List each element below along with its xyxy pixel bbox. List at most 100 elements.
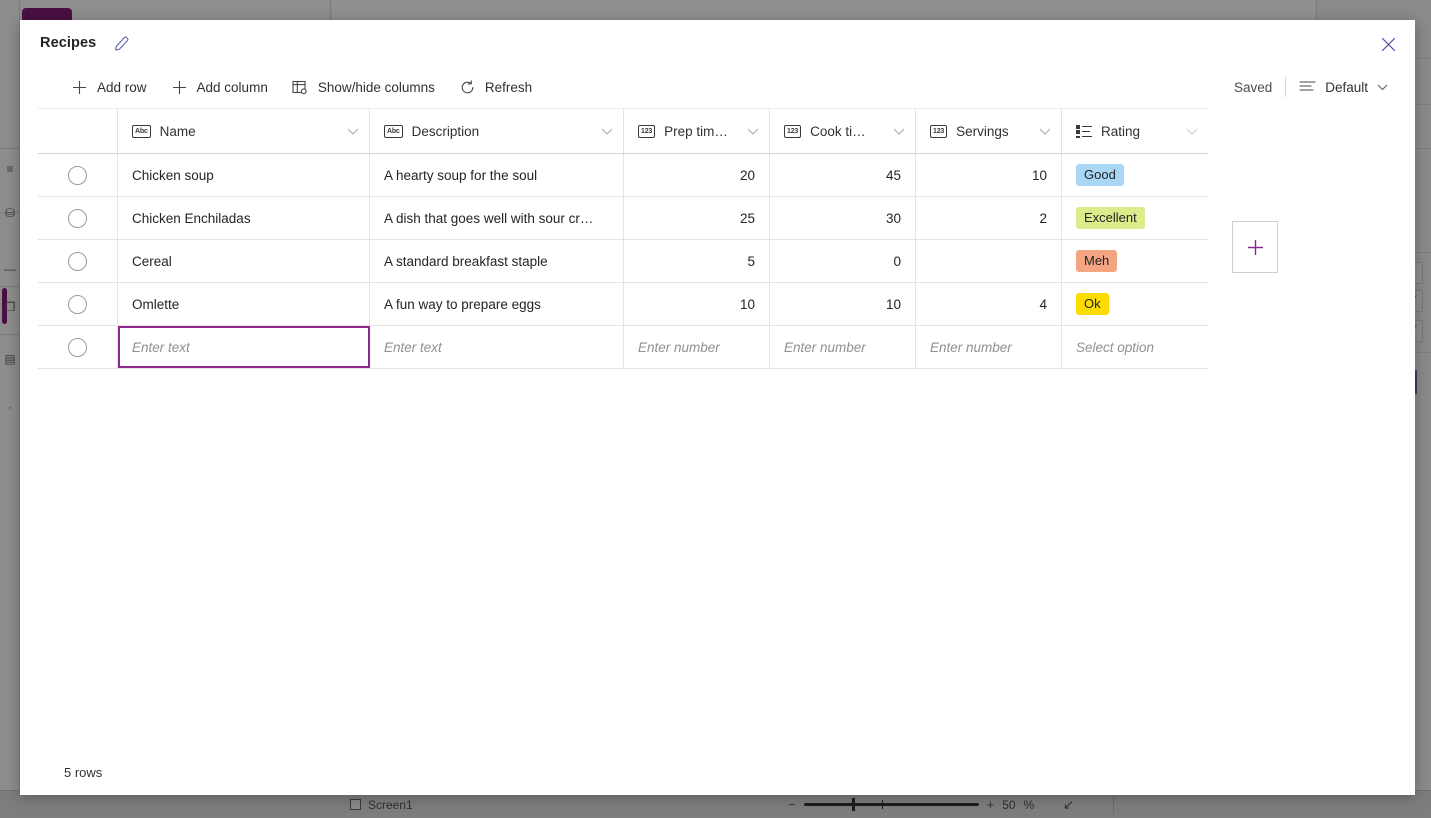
cell-rating[interactable]: Meh (1062, 240, 1208, 282)
row-selector-cell[interactable] (38, 197, 118, 239)
zoom-in-button[interactable]: + (987, 797, 995, 812)
chevron-down-icon[interactable] (347, 128, 359, 135)
text-type-icon: Abc (132, 125, 151, 138)
new-row-servings-placeholder: Enter number (930, 340, 1012, 355)
new-row-name-placeholder: Enter text (132, 340, 190, 355)
column-header-servings[interactable]: 123 Servings (916, 109, 1062, 153)
cell-prep-time[interactable]: 25 (624, 197, 770, 239)
new-row-rating-placeholder: Select option (1076, 340, 1154, 355)
add-column-plus-button[interactable] (1232, 221, 1278, 273)
select-all-header[interactable] (38, 109, 118, 153)
cell-servings[interactable] (916, 240, 1062, 282)
refresh-icon (459, 79, 476, 96)
add-row-label: Add row (97, 80, 147, 95)
row-radio-icon[interactable] (68, 166, 87, 185)
new-row-description-input[interactable]: Enter text (370, 326, 624, 368)
cell-prep-time[interactable]: 10 (624, 283, 770, 325)
new-row-rating-select[interactable]: Select option (1062, 326, 1208, 368)
cell-prep-time[interactable]: 20 (624, 154, 770, 196)
save-status: Saved (1234, 80, 1285, 95)
dot-icon: · (3, 400, 17, 414)
screen-checkbox-icon[interactable] (350, 799, 361, 810)
table-row[interactable]: Cereal A standard breakfast staple 5 0 M… (38, 240, 1208, 283)
cell-cook-time[interactable]: 0 (770, 240, 916, 282)
cell-description[interactable]: A dish that goes well with sour cr… (370, 197, 624, 239)
screen-selector[interactable]: Screen1 (350, 798, 413, 812)
cell-cook-time[interactable]: 10 (770, 283, 916, 325)
add-column-label: Add column (197, 80, 268, 95)
chevron-down-icon[interactable] (601, 128, 613, 135)
row-selector-cell[interactable] (38, 326, 118, 368)
chevron-down-icon[interactable] (1039, 128, 1051, 135)
column-header-rating[interactable]: Rating (1062, 109, 1208, 153)
column-header-description[interactable]: Abc Description (370, 109, 624, 153)
column-header-name[interactable]: Abc Name (118, 109, 370, 153)
zoom-out-button[interactable]: − (788, 797, 796, 812)
new-row-name-input[interactable]: Enter text (118, 326, 370, 368)
cell-description[interactable]: A fun way to prepare eggs (370, 283, 624, 325)
zoom-controls[interactable]: − + 50 % (788, 797, 1034, 812)
cell-name[interactable]: Chicken soup (118, 154, 370, 196)
cell-description[interactable]: A hearty soup for the soul (370, 154, 624, 196)
add-column-button[interactable]: Add column (162, 74, 277, 101)
plus-icon (71, 79, 88, 96)
new-row-servings-input[interactable]: Enter number (916, 326, 1062, 368)
chevron-down-icon[interactable] (1186, 128, 1198, 135)
number-type-icon: 123 (638, 125, 655, 138)
column-header-cook-time[interactable]: 123 Cook ti… (770, 109, 916, 153)
column-header-prep-time[interactable]: 123 Prep tim… (624, 109, 770, 153)
cell-name[interactable]: Chicken Enchiladas (118, 197, 370, 239)
cell-servings[interactable]: 4 (916, 283, 1062, 325)
view-selector[interactable]: Default (1286, 75, 1397, 100)
cell-rating[interactable]: Excellent (1062, 197, 1208, 239)
row-radio-icon[interactable] (68, 209, 87, 228)
column-header-label: Prep tim… (664, 124, 728, 139)
table-row[interactable]: Omlette A fun way to prepare eggs 10 10 … (38, 283, 1208, 326)
chevron-down-icon[interactable] (747, 128, 759, 135)
new-row-cook-time-input[interactable]: Enter number (770, 326, 916, 368)
cell-rating[interactable]: Ok (1062, 283, 1208, 325)
show-hide-columns-button[interactable]: Show/hide columns (283, 74, 444, 101)
plus-icon (171, 79, 188, 96)
row-selector-cell[interactable] (38, 154, 118, 196)
refresh-button[interactable]: Refresh (450, 74, 541, 101)
cell-servings[interactable]: 10 (916, 154, 1062, 196)
status-badge: Ok (1076, 293, 1109, 315)
cell-name[interactable]: Omlette (118, 283, 370, 325)
data-grid: Abc Name Abc Description 123 Prep tim… (20, 108, 1415, 369)
number-type-icon: 123 (930, 125, 947, 138)
row-radio-icon[interactable] (68, 295, 87, 314)
new-row-description-placeholder: Enter text (384, 340, 442, 355)
refresh-label: Refresh (485, 80, 532, 95)
cell-cook-time[interactable]: 30 (770, 197, 916, 239)
new-row[interactable]: Enter text Enter text Enter number Enter… (38, 326, 1208, 369)
close-icon[interactable] (1371, 29, 1405, 59)
zoom-slider-thumb[interactable] (852, 798, 855, 811)
minus-icon: — (3, 262, 17, 276)
column-header-label: Name (160, 124, 196, 139)
columns-settings-icon (292, 79, 309, 96)
cell-servings[interactable]: 2 (916, 197, 1062, 239)
add-row-button[interactable]: Add row (62, 74, 156, 101)
column-header-label: Servings (956, 124, 1009, 139)
zoom-slider[interactable] (804, 803, 979, 806)
status-badge: Meh (1076, 250, 1117, 272)
cell-rating[interactable]: Good (1062, 154, 1208, 196)
view-label: Default (1325, 80, 1368, 95)
zoom-unit: % (1024, 798, 1035, 812)
row-radio-icon[interactable] (68, 338, 87, 357)
cell-cook-time[interactable]: 45 (770, 154, 916, 196)
pencil-icon[interactable] (108, 30, 134, 56)
row-selector-cell[interactable] (38, 240, 118, 282)
fit-to-screen-icon[interactable]: ↙ (1063, 797, 1074, 813)
command-bar: Add row Add column Show/hide columns (20, 66, 1415, 108)
table-row[interactable]: Chicken Enchiladas A dish that goes well… (38, 197, 1208, 240)
new-row-prep-time-input[interactable]: Enter number (624, 326, 770, 368)
row-selector-cell[interactable] (38, 283, 118, 325)
table-row[interactable]: Chicken soup A hearty soup for the soul … (38, 154, 1208, 197)
cell-prep-time[interactable]: 5 (624, 240, 770, 282)
cell-description[interactable]: A standard breakfast staple (370, 240, 624, 282)
cell-name[interactable]: Cereal (118, 240, 370, 282)
chevron-down-icon[interactable] (893, 128, 905, 135)
row-radio-icon[interactable] (68, 252, 87, 271)
